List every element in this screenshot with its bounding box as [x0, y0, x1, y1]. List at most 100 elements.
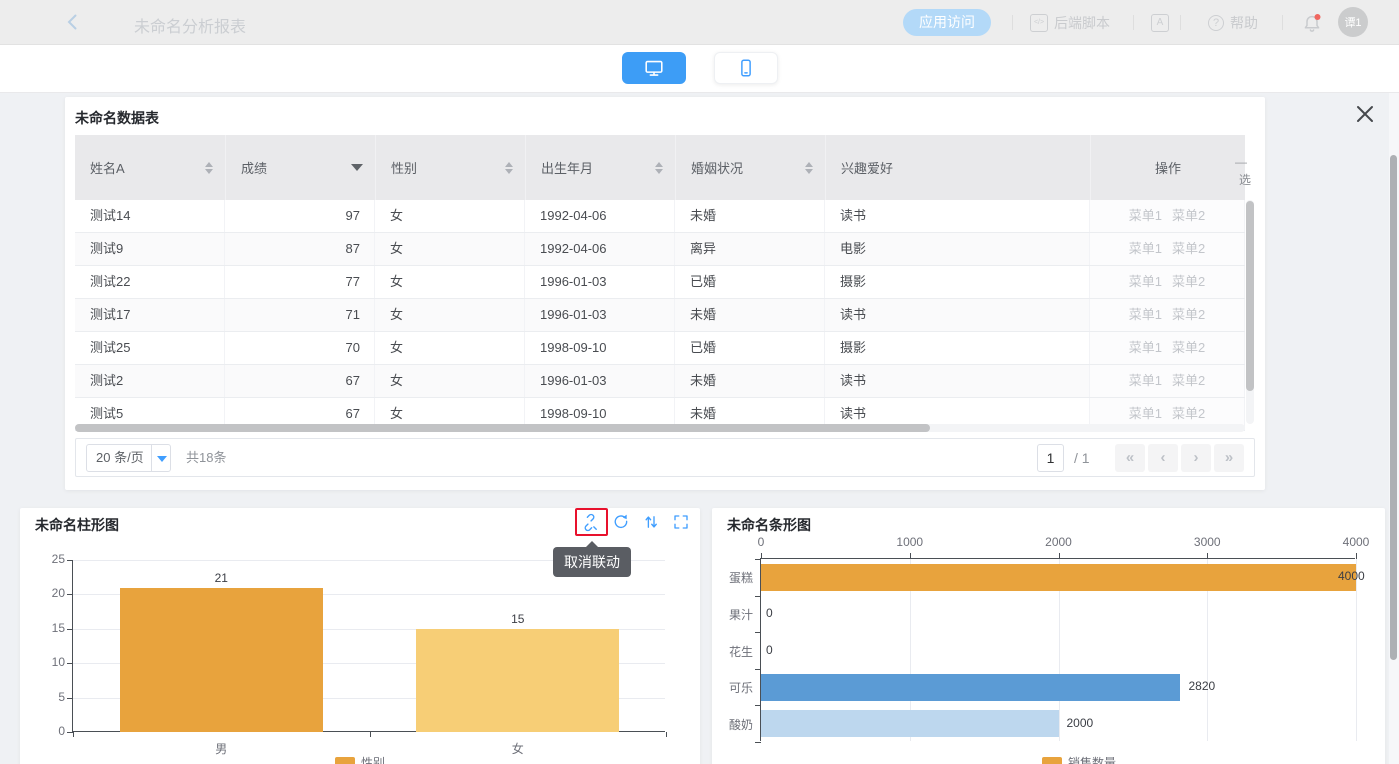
chart-bar[interactable]	[761, 674, 1180, 701]
sort-icon[interactable]	[205, 162, 213, 174]
column-header-4[interactable]: 婚姻状况	[675, 135, 825, 200]
page-number-input[interactable]	[1037, 444, 1064, 472]
table-cell: 1992-04-06	[525, 200, 675, 232]
axis-tick	[666, 732, 667, 737]
column-header-5[interactable]: 兴趣爱好	[825, 135, 1090, 200]
header-divider	[1282, 15, 1283, 30]
row-action-link[interactable]: 菜单1	[1129, 200, 1162, 232]
table-cell: 离异	[675, 233, 825, 265]
prev-page-button[interactable]: ‹	[1148, 444, 1178, 472]
column-header-1[interactable]: 成绩	[225, 135, 375, 200]
axis-tick	[1207, 553, 1208, 559]
cancel-linkage-button[interactable]	[580, 513, 599, 532]
row-action-link[interactable]: 菜单2	[1172, 332, 1205, 364]
sort-asc-arrow-icon	[205, 162, 213, 167]
close-preview-button[interactable]	[1354, 103, 1376, 125]
header-divider	[1012, 15, 1013, 30]
axis-tick	[73, 732, 74, 737]
sort-desc-active-icon[interactable]	[351, 164, 363, 171]
row-action-link[interactable]: 菜单1	[1129, 299, 1162, 331]
y-axis-tick-label: 5	[25, 690, 65, 704]
row-action-link[interactable]: 菜单2	[1172, 233, 1205, 265]
form-tool-button[interactable]: A	[1151, 0, 1169, 45]
x-axis-tick-label: 0	[736, 535, 786, 549]
axis-tick	[755, 742, 761, 743]
row-action-link[interactable]: 菜单2	[1172, 200, 1205, 232]
bar-value-label: 4000	[1338, 569, 1365, 583]
axis-tick	[755, 669, 761, 670]
pagination-bar: 20 条/页 共18条 / 1 « ‹ › »	[75, 438, 1255, 477]
first-page-button[interactable]: «	[1115, 444, 1145, 472]
legend-label: 性别	[361, 754, 385, 764]
refresh-chart-button[interactable]	[612, 513, 631, 532]
chart-bar[interactable]	[120, 588, 323, 732]
bar-value-label: 2000	[1067, 716, 1094, 730]
axis-tick	[67, 629, 73, 630]
sort-chart-button[interactable]	[642, 513, 661, 532]
table-vertical-scrollbar-thumb[interactable]	[1246, 201, 1254, 391]
row-action-link[interactable]: 菜单1	[1129, 365, 1162, 397]
table-row: 测试267女1996-01-03未婚读书菜单1菜单2	[75, 365, 1245, 398]
column-header-0[interactable]: 姓名A	[75, 135, 225, 200]
chart-bar[interactable]	[761, 564, 1356, 591]
legend-swatch	[1042, 757, 1062, 764]
help-label: 帮助	[1230, 13, 1258, 33]
sort-desc-arrow-icon	[655, 169, 663, 174]
row-action-link[interactable]: 菜单1	[1129, 332, 1162, 364]
table-row: 测试2277女1996-01-03已婚摄影菜单1菜单2	[75, 266, 1245, 299]
page-size-select[interactable]: 20 条/页	[86, 444, 171, 472]
table-horizontal-scrollbar-thumb[interactable]	[75, 424, 930, 432]
help-icon: ?	[1208, 15, 1224, 31]
chevron-down-icon	[157, 456, 167, 462]
sort-icon[interactable]	[805, 162, 813, 174]
axis-tick	[67, 560, 73, 561]
avatar[interactable]: 谭1	[1338, 7, 1368, 37]
desktop-preview-button[interactable]	[622, 52, 686, 84]
row-action-link[interactable]: 菜单2	[1172, 365, 1205, 397]
axis-tick	[910, 553, 911, 559]
row-action-link[interactable]: 菜单2	[1172, 299, 1205, 331]
help-button[interactable]: ? 帮助	[1208, 0, 1258, 45]
fullscreen-chart-button[interactable]	[672, 513, 691, 532]
notifications-button[interactable]	[1302, 0, 1322, 45]
y-axis-category-label: 可乐	[709, 679, 753, 696]
table-cell: 读书	[825, 200, 1090, 232]
legend-swatch	[335, 757, 355, 764]
row-action-link[interactable]: 菜单2	[1172, 266, 1205, 298]
y-axis-category-label: 果汁	[709, 606, 753, 623]
mobile-preview-button[interactable]	[714, 52, 778, 84]
bar-chart-card: 未命名条形图 01000200030004000蛋糕4000果汁0花生0可乐28…	[712, 508, 1385, 764]
row-action-link[interactable]: 菜单1	[1129, 233, 1162, 265]
axis-tick	[755, 632, 761, 633]
column-chart-title: 未命名柱形图	[35, 515, 119, 535]
next-page-button[interactable]: ›	[1181, 444, 1211, 472]
notification-dot	[1315, 14, 1321, 20]
sort-icon[interactable]	[505, 162, 513, 174]
gridline	[1356, 559, 1357, 741]
row-action-link[interactable]: 菜单1	[1129, 266, 1162, 298]
last-page-button[interactable]: »	[1214, 444, 1244, 472]
table-cell-actions: 菜单1 菜单2	[1090, 365, 1245, 397]
app-header: 未命名分析报表 应用访问 </> 后端脚本 A ? 帮助 谭1	[0, 0, 1399, 45]
axis-tick	[755, 596, 761, 597]
table-cell-actions: 菜单1 菜单2	[1090, 266, 1245, 298]
table-header-row: 姓名A成绩性别出生年月婚姻状况兴趣爱好操作	[75, 135, 1245, 200]
page-scrollbar-thumb[interactable]	[1390, 155, 1397, 660]
y-axis-category-label: 酸奶	[709, 716, 753, 733]
axis-tick	[755, 705, 761, 706]
cancel-linkage-tooltip: 取消联动	[553, 547, 631, 577]
sort-icon[interactable]	[655, 162, 663, 174]
back-button[interactable]	[64, 13, 82, 31]
backend-script-button[interactable]: </> 后端脚本	[1030, 0, 1110, 45]
chart-bar[interactable]	[761, 710, 1059, 737]
column-chart-card: 未命名柱形图 取消联动 0510	[20, 508, 700, 764]
column-header-3[interactable]: 出生年月	[525, 135, 675, 200]
chart-bar[interactable]	[416, 629, 619, 732]
column-header-2[interactable]: 性别	[375, 135, 525, 200]
table-cell: 摄影	[825, 332, 1090, 364]
table-cell-actions: 菜单1 菜单2	[1090, 332, 1245, 364]
bar-chart-legend[interactable]: 销售数量	[1042, 754, 1116, 764]
app-access-button[interactable]: 应用访问	[903, 9, 991, 36]
column-chart-legend[interactable]: 性别	[335, 754, 385, 764]
column-header-6[interactable]: 操作	[1090, 135, 1245, 200]
